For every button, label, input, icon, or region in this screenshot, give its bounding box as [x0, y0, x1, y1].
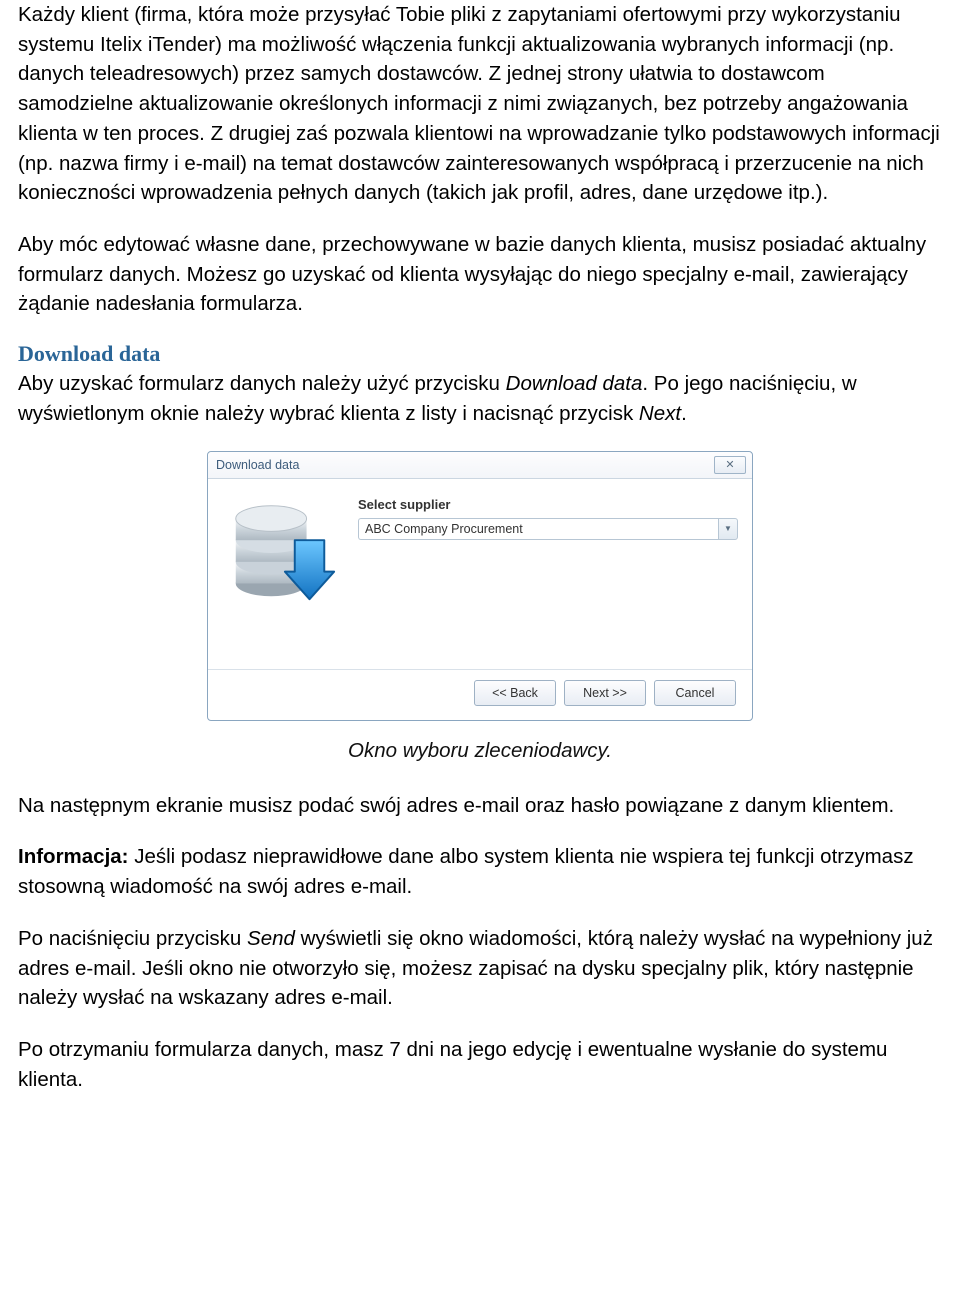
back-button[interactable]: << Back [474, 680, 556, 706]
paragraph-intro: Każdy klient (firma, która może przysyła… [18, 0, 942, 208]
close-button[interactable]: ✕ [714, 456, 746, 474]
inline-label-download-data: Download data [506, 372, 643, 395]
supplier-combobox[interactable]: ABC Company Procurement ▼ [358, 518, 738, 540]
dialog-title-bar: Download data ✕ [208, 452, 752, 479]
inline-label-send: Send [247, 927, 295, 950]
next-button[interactable]: Next >> [564, 680, 646, 706]
inline-label-next: Next [639, 402, 681, 425]
heading-download-data: Download data [18, 341, 942, 367]
close-icon: ✕ [725, 458, 734, 471]
paragraph-send: Po naciśnięciu przycisku Send wyświetli … [18, 924, 942, 1013]
text-fragment: Jeśli podasz nieprawidłowe dane albo sys… [18, 845, 914, 898]
dialog-download-data: Download data ✕ [207, 451, 753, 721]
text-fragment: Aby uzyskać formularz danych należy użyć… [18, 372, 506, 395]
paragraph-information-note: Informacja: Jeśli podasz nieprawidłowe d… [18, 842, 942, 901]
chevron-down-icon[interactable]: ▼ [718, 518, 738, 540]
paragraph-download-usage: Aby uzyskać formularz danych należy użyć… [18, 369, 942, 428]
cancel-button[interactable]: Cancel [654, 680, 736, 706]
label-informacja: Informacja: [18, 845, 129, 868]
text-fragment: Po naciśnięciu przycisku [18, 927, 247, 950]
dialog-title-text: Download data [216, 458, 299, 472]
text-fragment: . [681, 402, 687, 425]
paragraph-edit-info: Aby móc edytować własne dane, przechowyw… [18, 230, 942, 319]
paragraph-seven-days: Po otrzymaniu formularza danych, masz 7 … [18, 1035, 942, 1094]
select-supplier-label: Select supplier [358, 497, 738, 512]
paragraph-next-screen: Na następnym ekranie musisz podać swój a… [18, 791, 942, 821]
supplier-selected-value: ABC Company Procurement [358, 518, 718, 540]
figure-caption: Okno wyboru zleceniodawcy. [18, 739, 942, 763]
database-download-icon [222, 493, 340, 611]
